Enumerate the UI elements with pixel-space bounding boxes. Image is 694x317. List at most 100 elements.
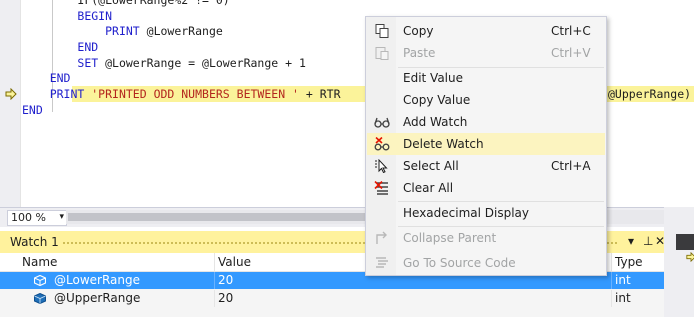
menu-item-select-all[interactable]: Select All Ctrl+A	[367, 155, 605, 177]
code-token: END	[22, 103, 43, 117]
paste-icon	[375, 47, 389, 60]
current-statement-arrow-icon	[5, 88, 17, 100]
code-line-text: END	[22, 40, 98, 54]
cell-divider	[611, 272, 612, 289]
code-line-7[interactable]: PRINT 'PRINTED ODD NUMBERS BETWEEN ' + R…	[22, 86, 341, 102]
menu-item-collapse-parent[interactable]: Collapse Parent	[367, 227, 605, 249]
copy-icon	[375, 24, 389, 38]
menu-item-paste[interactable]: Paste Ctrl+V	[367, 42, 605, 64]
code-line-text: BEGIN	[22, 9, 112, 23]
current-statement-arrow-icon	[686, 252, 694, 262]
editor-gutter[interactable]	[0, 0, 20, 207]
code-line-4[interactable]: END	[22, 39, 98, 55]
glasses-icon	[374, 117, 390, 128]
code-line-text: END	[22, 103, 43, 117]
watch-row-type: int	[615, 273, 631, 287]
code-token: PRINT	[49, 87, 85, 101]
clear-all-icon	[374, 181, 388, 195]
variable-icon	[34, 275, 46, 286]
adjacent-panel-tab[interactable]	[676, 234, 694, 250]
menu-item-copy-value[interactable]: Copy Value	[367, 89, 605, 111]
menu-item-shortcut: Ctrl+A	[551, 159, 591, 173]
collapse-parent-icon	[376, 231, 387, 244]
cell-divider	[214, 272, 215, 289]
delete-watch-icon	[374, 137, 390, 151]
zoom-value: 100 %	[11, 211, 46, 224]
cell-divider	[611, 290, 612, 307]
code-line-3[interactable]: PRINT @LowerRange	[22, 23, 223, 39]
menu-item-delete-watch[interactable]: Delete Watch	[367, 133, 605, 155]
code-token: SET	[77, 56, 99, 70]
margin-divider	[20, 0, 21, 207]
menu-item-add-watch[interactable]: Add Watch	[367, 111, 605, 133]
code-line-1[interactable]: IF(@LowerRange%2 != 0)	[22, 0, 230, 8]
menu-item-label: Collapse Parent	[403, 231, 497, 245]
code-line-5[interactable]: SET @LowerRange = @LowerRange + 1	[22, 55, 306, 71]
code-token: + RTR	[298, 87, 341, 101]
watch-row[interactable]: @UpperRange 20 int	[0, 290, 664, 307]
code-line-text: END	[22, 71, 71, 85]
code-line-text: SET @LowerRange = @LowerRange + 1	[22, 56, 306, 70]
column-divider[interactable]	[214, 253, 215, 271]
menu-item-label: Copy	[403, 24, 434, 38]
menu-item-go-to-source-code[interactable]: Go To Source Code	[367, 252, 605, 274]
code-token: END	[77, 40, 99, 54]
menu-item-label: Paste	[403, 46, 436, 60]
code-line-text: IF(@LowerRange%2 != 0)	[22, 0, 230, 7]
scrollbar-thumb[interactable]	[68, 213, 366, 221]
pin-icon[interactable]: ⊥	[643, 234, 653, 248]
window-position-dropdown-icon[interactable]: ▾	[628, 234, 634, 248]
code-token: @LowerRange	[139, 24, 223, 38]
code-line-8[interactable]: END	[22, 102, 43, 118]
menu-item-label: Hexadecimal Display	[403, 206, 530, 220]
menu-item-edit-value[interactable]: Edit Value	[367, 67, 605, 89]
zoom-dropdown[interactable]: 100 % ▾	[7, 210, 67, 226]
variable-icon	[34, 293, 46, 304]
menu-item-label: Go To Source Code	[403, 256, 516, 270]
menu-item-label: Delete Watch	[403, 137, 484, 151]
context-menu: Copy Ctrl+C Paste Ctrl+V Edit Value Copy…	[365, 16, 607, 276]
watch-row-value[interactable]: 20	[218, 291, 233, 305]
menu-item-copy[interactable]: Copy Ctrl+C	[367, 20, 605, 42]
chevron-down-icon: ▾	[59, 212, 64, 222]
menu-item-label: Clear All	[403, 181, 454, 195]
column-header-type[interactable]: Type	[615, 255, 643, 269]
select-all-icon	[375, 159, 388, 173]
menu-item-hexadecimal-display[interactable]: Hexadecimal Display	[367, 202, 605, 224]
menu-item-label: Edit Value	[403, 71, 464, 85]
menu-item-shortcut: Ctrl+C	[551, 24, 591, 38]
code-token: END	[49, 71, 71, 85]
code-token: BEGIN	[77, 9, 113, 23]
watch-row-value[interactable]: 20	[218, 273, 233, 287]
watch-panel-title: Watch 1	[10, 235, 59, 249]
code-token: 'PRINTED ODD NUMBERS BETWEEN '	[84, 87, 299, 101]
code-line-text: PRINT 'PRINTED ODD NUMBERS BETWEEN ' + R…	[22, 87, 341, 101]
code-line-6[interactable]: END	[22, 70, 71, 86]
column-divider[interactable]	[611, 253, 612, 271]
menu-item-label: Copy Value	[403, 93, 471, 107]
code-token: IF(@LowerRange%2 != 0)	[77, 0, 230, 7]
code-token: @LowerRange = @LowerRange + 1	[98, 56, 306, 70]
menu-item-shortcut: Ctrl+V	[551, 46, 591, 60]
code-line-text: PRINT @LowerRange	[22, 24, 223, 38]
menu-item-label: Select All	[403, 159, 459, 173]
watch-row-name: @LowerRange	[54, 273, 140, 287]
menu-item-label: Add Watch	[403, 115, 468, 129]
watch-row-name: @UpperRange	[54, 291, 141, 305]
go-to-source-icon	[376, 257, 388, 268]
column-header-name[interactable]: Name	[22, 255, 57, 269]
menu-item-clear-all[interactable]: Clear All	[367, 177, 605, 199]
code-line-overflow-text: @UpperRange)	[608, 87, 692, 101]
code-line-2[interactable]: BEGIN	[22, 8, 112, 24]
cell-divider	[214, 290, 215, 307]
column-header-value[interactable]: Value	[218, 255, 251, 269]
code-token: PRINT	[105, 24, 140, 38]
watch-row-type: int	[615, 291, 631, 305]
